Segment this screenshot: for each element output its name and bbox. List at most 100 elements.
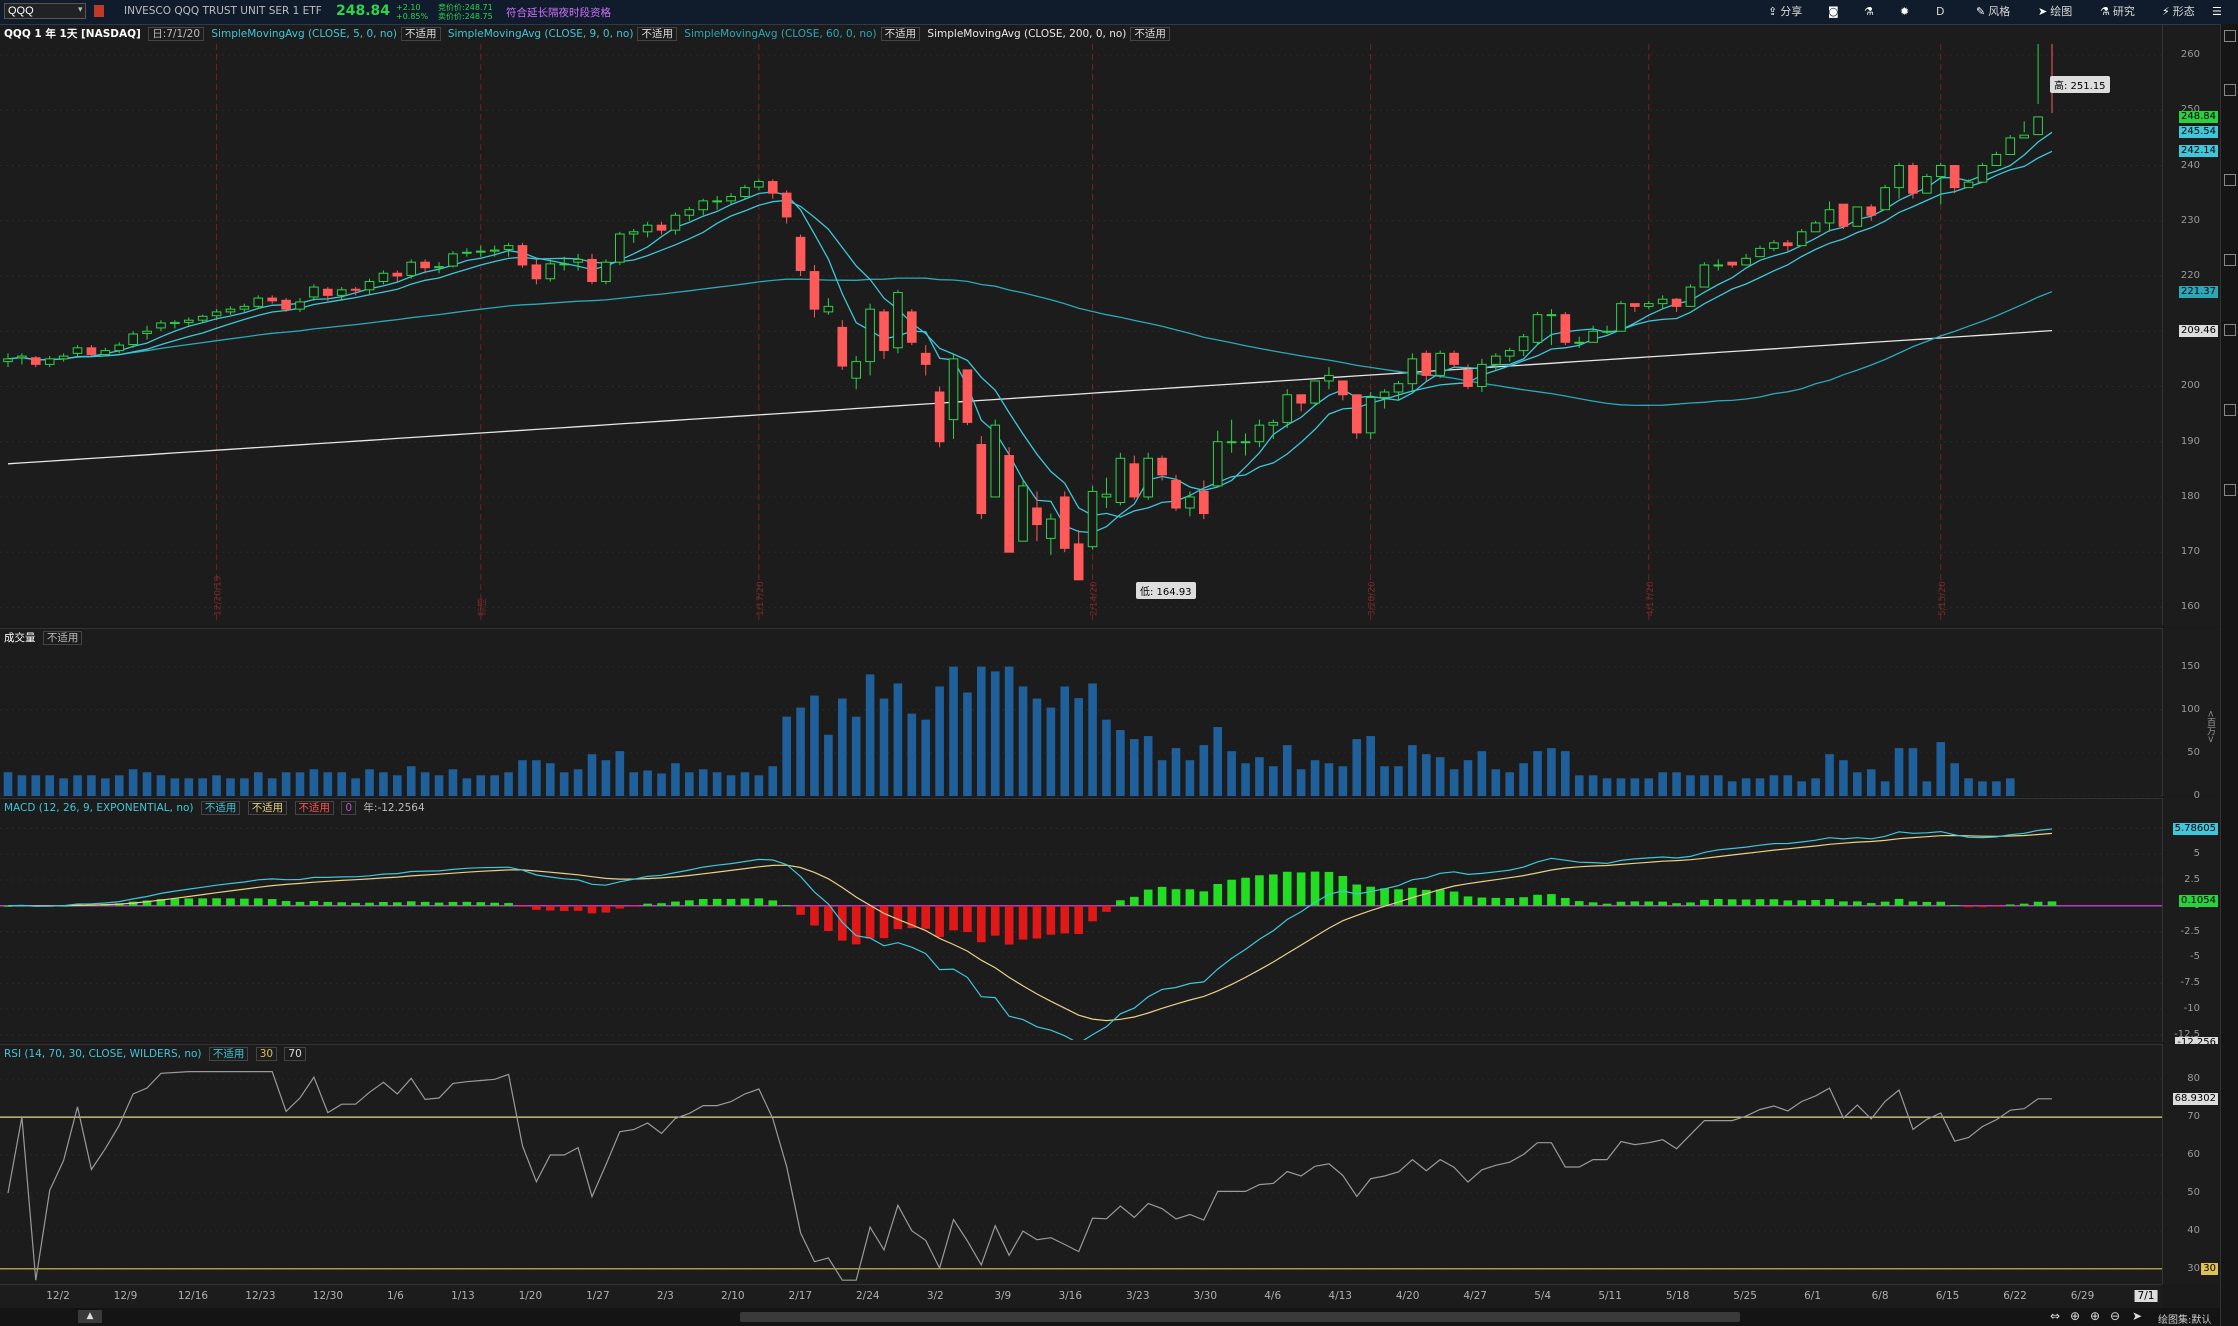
macd-histogram-bar [1199, 891, 1209, 906]
collapse-sidebar-icon[interactable] [2224, 30, 2236, 42]
volume-chart[interactable] [0, 648, 2162, 796]
sidebar-tool-icon-2[interactable] [2224, 174, 2236, 186]
macd-histogram-bar [351, 902, 360, 906]
time-axis-label: 2/17 [788, 1290, 813, 1302]
zoom-out-icon[interactable]: ⊖ [2110, 1309, 2120, 1323]
camera-button[interactable]: ◙ [1824, 3, 1846, 21]
volume-bar [657, 773, 666, 796]
volume-bar [1255, 757, 1264, 796]
macd-histogram-bar [1463, 896, 1473, 906]
zoom-in-icon[interactable]: ⊕ [2090, 1309, 2100, 1323]
time-axis[interactable]: 12/2 12/9 12/16 12/23 12/30 1/6 1/13 1/20 1/27 2/… [0, 1284, 2162, 1309]
macd-histogram-bar [629, 905, 639, 907]
sidebar-tool-icon-1[interactable] [2224, 84, 2236, 96]
candle-body [948, 358, 959, 421]
price-badge: 221.37 [2179, 285, 2218, 298]
time-axis-label: 1/27 [586, 1290, 610, 1302]
rsi-chart[interactable] [0, 1064, 2162, 1284]
chart-scrollbar[interactable] [740, 1312, 1740, 1322]
time-axis-label: 12/9 [113, 1290, 138, 1302]
pan-icon[interactable]: ⇔ [2050, 1309, 2060, 1323]
candle-body [1185, 496, 1195, 509]
sma60-label[interactable]: SimpleMovingAvg (CLOSE, 60, 0, no) [684, 28, 876, 40]
volume-bar [448, 769, 458, 796]
study-button[interactable]: ⚗ 研究 [2096, 3, 2139, 21]
time-axis-label: 3/2 [926, 1290, 944, 1302]
volume-bar [740, 772, 750, 796]
macd-chart[interactable] [0, 818, 2162, 1040]
candle-body [225, 308, 236, 313]
style-button[interactable]: ✎ 风格 [1972, 3, 2014, 21]
candle-body [1852, 206, 1863, 227]
candle-body [1922, 176, 1932, 194]
volume-bar [796, 707, 805, 796]
period-button[interactable]: D [1932, 3, 1948, 21]
draw-button[interactable]: ➤ 绘图 [2034, 3, 2076, 21]
macd-histogram-bar [1366, 886, 1375, 906]
macd-histogram-bar [1491, 897, 1501, 906]
macd-axis-tick: -5 [2190, 951, 2200, 963]
volume-bar [782, 716, 791, 796]
pattern-button[interactable]: ⚡ 形态 [2158, 3, 2199, 21]
cursor-icon: ➤ [2038, 5, 2048, 18]
ask-price: 卖价价:248.75 [438, 12, 493, 21]
rsi-badge: 30 [2201, 1262, 2218, 1275]
low-label: 低: 164.93 [1136, 582, 1196, 599]
candle-body [295, 301, 305, 310]
macd-histogram-bar [198, 898, 207, 906]
candle-body [448, 253, 458, 267]
share-button[interactable]: ⇪ 分享 [1764, 3, 1806, 21]
volume-bar [1686, 775, 1695, 796]
menu-button[interactable]: ☰ [2208, 3, 2229, 21]
candle-body [865, 308, 875, 363]
sidebar-tool-icon-6[interactable] [2224, 484, 2236, 496]
candle-body [614, 233, 625, 263]
sma9-label[interactable]: SimpleMovingAvg (CLOSE, 9, 0, no) [448, 28, 634, 40]
candle-body [1143, 457, 1154, 498]
volume-bar [837, 698, 847, 796]
volume-bar [184, 778, 194, 796]
candle-body [587, 258, 597, 283]
settings-button[interactable]: ✹ [1896, 3, 1916, 21]
sma200-label[interactable]: SimpleMovingAvg (CLOSE, 200, 0, no) [927, 28, 1126, 40]
macd-histogram-bar [671, 901, 680, 906]
candle-body [670, 214, 681, 231]
candle-body [197, 315, 208, 321]
link-color-icon[interactable] [94, 5, 104, 17]
last-price: 248.84 [336, 3, 391, 19]
rsi-axis-labels: 80 70 60 50 40 30 68.9302 30 [2162, 1064, 2220, 1284]
macd-histogram-bar [977, 905, 986, 943]
sidebar-tool-icon-5[interactable] [2224, 404, 2236, 416]
sidebar-tool-icon-3[interactable] [2224, 254, 2236, 266]
candle-body [1449, 352, 1459, 365]
volume-bar [1241, 763, 1250, 796]
rsi-axis-tick: 30 [2187, 1262, 2200, 1274]
candle-body [1282, 394, 1293, 423]
volume-bar [1435, 757, 1445, 796]
price-badge: 242.14 [2179, 145, 2218, 158]
macd-histogram-bar [170, 898, 180, 906]
volume-bar [1408, 745, 1417, 796]
time-axis-label: 4/13 [1328, 1290, 1352, 1302]
volume-bar [1227, 751, 1236, 796]
drawset-label[interactable]: 绘图集:默认 [2158, 1311, 2211, 1326]
candle-body [1949, 165, 1960, 189]
sma5-label[interactable]: SimpleMovingAvg (CLOSE, 5, 0, no) [211, 28, 397, 40]
flask-button[interactable]: ⚗ [1860, 3, 1881, 21]
macd-zero: 0 [341, 801, 357, 815]
symbol-input[interactable] [4, 3, 86, 19]
price-axis-tick: 160 [2180, 601, 2200, 613]
volume-bar [1602, 778, 1612, 796]
collapse-button[interactable]: ▲ [78, 1310, 102, 1323]
macd-histogram-bar [337, 902, 347, 906]
symbol-dropdown-icon[interactable]: ▾ [78, 5, 83, 15]
pointer-icon[interactable]: ➤ [2132, 1309, 2142, 1323]
macd-title[interactable]: MACD (12, 26, 9, EXPONENTIAL, no) [4, 802, 194, 814]
sidebar-tool-icon-4[interactable] [2224, 324, 2236, 336]
macd-histogram-bar [420, 901, 430, 906]
price-chart[interactable]: 12/20/19 标签 1/17/20 2/14/20 3/20/20 4/17/20 5/… [0, 44, 2162, 624]
candle-body [114, 344, 125, 352]
rsi-title[interactable]: RSI (14, 70, 30, CLOSE, WILDERS, no) [4, 1048, 202, 1060]
macd-histogram-bar [1672, 903, 1681, 906]
crosshair-icon[interactable]: ⊕ [2070, 1309, 2080, 1323]
